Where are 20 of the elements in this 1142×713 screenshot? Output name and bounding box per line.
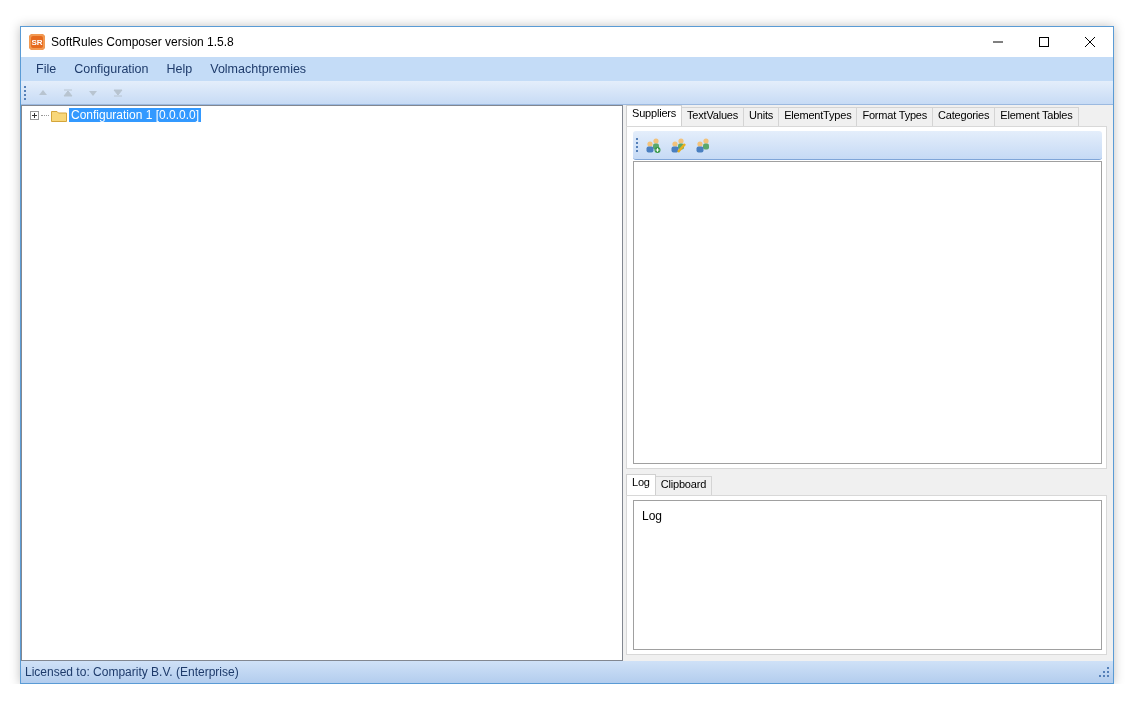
tab[interactable]: Suppliers bbox=[626, 105, 683, 126]
app-logo: SR bbox=[29, 34, 45, 50]
status-text: Licensed to: Comparity B.V. (Enterprise) bbox=[25, 665, 240, 679]
tab[interactable]: Element Tables bbox=[994, 107, 1079, 126]
log-text: Log bbox=[633, 500, 1102, 650]
window-title: SoftRules Composer version 1.5.8 bbox=[51, 35, 235, 49]
menu-item[interactable]: Configuration bbox=[65, 62, 158, 76]
maximize-icon[interactable] bbox=[1038, 36, 1050, 48]
add-users-icon[interactable] bbox=[645, 137, 661, 153]
menu-item[interactable]: Volmachtpremies bbox=[201, 62, 316, 76]
edit-users-icon[interactable] bbox=[670, 137, 686, 153]
tab[interactable]: Clipboard bbox=[654, 476, 713, 495]
expand-icon[interactable] bbox=[30, 110, 39, 120]
close-icon[interactable] bbox=[1084, 36, 1096, 48]
menu-item[interactable]: File bbox=[27, 62, 66, 76]
folder-icon bbox=[51, 108, 67, 122]
tab[interactable]: Log bbox=[626, 474, 656, 495]
menu-item[interactable]: Help bbox=[157, 62, 202, 76]
resize-grip-icon[interactable] bbox=[1099, 666, 1110, 678]
users-icon[interactable] bbox=[695, 137, 711, 153]
